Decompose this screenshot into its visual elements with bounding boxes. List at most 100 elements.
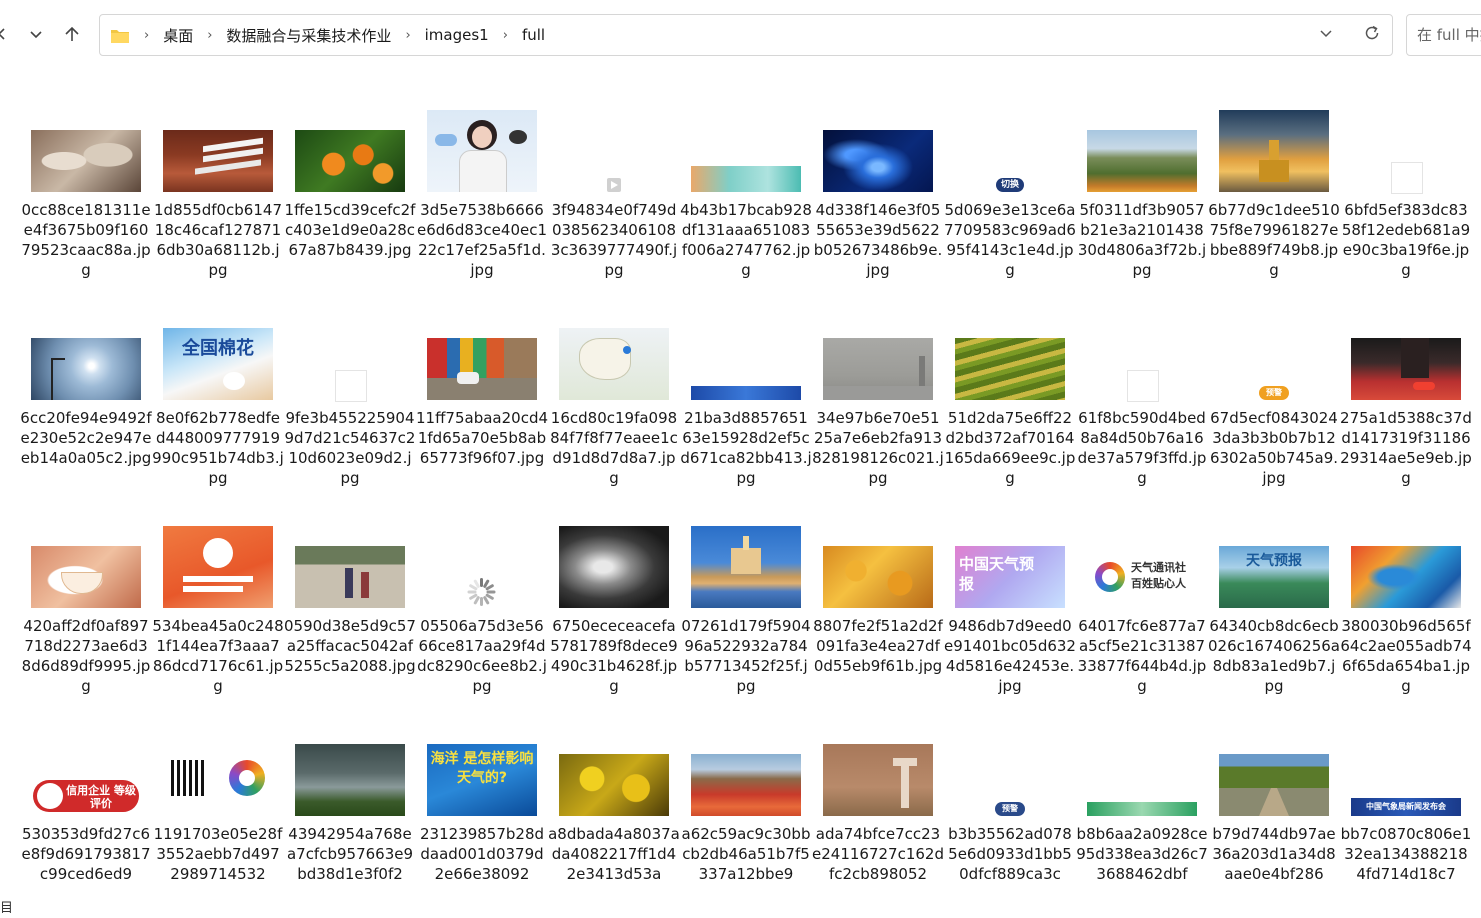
thumbnail-text: 天气预报: [1246, 553, 1302, 569]
file-item[interactable]: 21ba3d885765163e15928d2ef5cd671ca82bb413…: [680, 312, 812, 502]
file-item[interactable]: 天气预报 64340cb8dc6ecb026c167406256a8db83a1e…: [1208, 520, 1340, 710]
file-thumbnail: [607, 178, 621, 192]
file-item[interactable]: 1191703e05e28f3552aebb7d4972989714532: [152, 728, 284, 918]
thumbnail-area: 切换: [944, 104, 1076, 196]
thumbnail-area: 天气通讯社 百姓贴心人: [1076, 520, 1208, 612]
file-thumbnail: [559, 526, 669, 608]
file-thumbnail: 切换: [996, 178, 1024, 192]
thumbnail-area: [548, 728, 680, 820]
file-name: 51d2da75e6ff22d2bd372af70164165da669ee9c…: [944, 409, 1076, 487]
file-item[interactable]: 8807fe2f51a2d2f091fa3e4ea27df0d55eb9f61b…: [812, 520, 944, 710]
file-name: 3d5e7538b6666e6d6d83ce40ec122c17ef25a5f1…: [416, 201, 548, 279]
file-item[interactable]: 61f8bc590d4bed8a84d50b76a16de37a579f3ffd…: [1076, 312, 1208, 502]
file-name: 3f94834e0f749d03856234061083c3639777490f…: [550, 201, 678, 279]
thumbnail-area: [1076, 104, 1208, 196]
file-item[interactable]: 0cc88ce181311ee4f3675b09f16079523caac88a…: [20, 104, 152, 294]
file-item[interactable]: 6b77d9c1dee51075f8e79961827ebbe889f749b8…: [1208, 104, 1340, 294]
file-thumbnail: [691, 526, 801, 608]
breadcrumb-separator: ›: [405, 27, 411, 43]
file-item[interactable]: 07261d179f590496a522932a784b57713452f25f…: [680, 520, 812, 710]
file-item[interactable]: 切换 5d069e3e13ce6a7709583c969ad695f4143c1e…: [944, 104, 1076, 294]
thumbnail-area: 预警: [944, 728, 1076, 820]
file-name: b8b6aa2a0928ce95d338ea3d26c73688462dbf: [1076, 825, 1208, 883]
file-name: bb7c0870c806e132ea1343882184fd714d18c7: [1340, 825, 1472, 883]
file-item[interactable]: 中国气象局新闻发布会 bb7c0870c806e132ea1343882184fd…: [1340, 728, 1472, 918]
file-name: b3b35562ad0785e6d0933d1bb50dfcf889ca3c: [948, 825, 1072, 883]
file-item[interactable]: 3f94834e0f749d03856234061083c3639777490f…: [548, 104, 680, 294]
file-item[interactable]: 预警 b3b35562ad0785e6d0933d1bb50dfcf889ca3c: [944, 728, 1076, 918]
file-item[interactable]: 1ffe15cd39cefc2fc403e1d9e0a28c67a87b8439…: [284, 104, 416, 294]
file-item[interactable]: 中国天气预报 9486db7d9eed0e91401bc05d6324d5816e…: [944, 520, 1076, 710]
file-thumbnail: [823, 130, 933, 192]
file-name: 43942954a768ea7cfcb957663e9bd38d1e3f0f2: [286, 825, 414, 883]
file-item[interactable]: ada74bfce7cc23e24116727c162dfc2cb898052: [812, 728, 944, 918]
file-item[interactable]: 420aff2df0af897718d2273ae6d38d6d89df9995…: [20, 520, 152, 710]
file-thumbnail: [1087, 130, 1197, 192]
file-name: 5d069e3e13ce6a7709583c969ad695f4143c1e4d…: [944, 201, 1076, 279]
thumbnail-area: [20, 104, 152, 196]
file-item[interactable]: 全国棉花 8e0f62b778edfed448009777919990c951b7…: [152, 312, 284, 502]
file-item[interactable]: b8b6aa2a0928ce95d338ea3d26c73688462dbf: [1076, 728, 1208, 918]
thumbnail-area: [416, 104, 548, 196]
file-item[interactable]: a8dbada4a8037ada4082217ff1d42e3413d53a: [548, 728, 680, 918]
file-item[interactable]: 05506a75d3e5666ce817aa29f4ddc8290c6ee8b2…: [416, 520, 548, 710]
thumbnail-area: 全国棉花: [152, 312, 284, 404]
file-item[interactable]: a62c59ac9c30bbcb2db46a51b7f5337a12bbe9: [680, 728, 812, 918]
thumbnail-area: [680, 520, 812, 612]
file-item[interactable]: 天气通讯社 百姓贴心人 64017fc6e877a7a5cf5e21c313873…: [1076, 520, 1208, 710]
file-item[interactable]: b79d744db97ae36a203d1a34d8aae0e4bf286: [1208, 728, 1340, 918]
thumbnail-area: [152, 728, 284, 820]
file-thumbnail: 中国气象局新闻发布会: [1351, 798, 1461, 816]
breadcrumb-homework[interactable]: 数据融合与采集技术作业: [224, 25, 393, 46]
file-item[interactable]: 16cd80c19fa09884f7f8f77eaee1cd91d8d7d8a7…: [548, 312, 680, 502]
thumbnail-area: [20, 520, 152, 612]
breadcrumb-separator: ›: [207, 27, 213, 43]
recent-locations-button[interactable]: [22, 22, 50, 50]
up-button[interactable]: [58, 22, 86, 50]
refresh-icon: [1363, 24, 1381, 46]
thumbnail-area: [1340, 312, 1472, 404]
thumbnail-area: [1076, 312, 1208, 404]
breadcrumb-images1[interactable]: images1: [423, 26, 491, 44]
file-item[interactable]: 3d5e7538b6666e6d6d83ce40ec122c17ef25a5f1…: [416, 104, 548, 294]
file-item[interactable]: 5f0311df3b9057b21e3a210143830d4806a3f72b…: [1076, 104, 1208, 294]
search-input[interactable]: 在 full 中搜: [1406, 14, 1481, 56]
file-item[interactable]: 6cc20fe94e9492fe230e52c2e947eeb14a0a05c2…: [20, 312, 152, 502]
file-thumbnail: [295, 130, 405, 192]
file-name: 67d5ecf08430243da3b3b0b7b126302a50b745a9…: [1209, 409, 1339, 487]
file-item[interactable]: 9fe3b4552259049d7d21c54637c210d6023e09d2…: [284, 312, 416, 502]
file-item[interactable]: 海洋 是怎样影响 天气的? 231239857b28ddaad001d0379d2…: [416, 728, 548, 918]
file-item[interactable]: 0590d38e5d9c57a25ffacac5042af5255c5a2088…: [284, 520, 416, 710]
breadcrumb-full[interactable]: full: [520, 26, 547, 44]
status-text: 目: [0, 901, 14, 916]
status-bar: 目: [0, 901, 1481, 916]
file-thumbnail: 中国天气预报: [955, 546, 1065, 608]
thumbnail-area: [944, 312, 1076, 404]
back-button[interactable]: [0, 22, 16, 50]
breadcrumb-desktop[interactable]: 桌面: [161, 25, 195, 46]
refresh-button[interactable]: [1360, 23, 1384, 47]
thumbnail-area: 中国气象局新闻发布会: [1340, 728, 1472, 820]
address-bar[interactable]: › 桌面 › 数据融合与采集技术作业 › images1 › full: [99, 14, 1393, 56]
file-name: 8807fe2f51a2d2f091fa3e4ea27df0d55eb9f61b…: [813, 617, 943, 675]
address-history-button[interactable]: [1314, 23, 1338, 47]
thumbnail-text: 信用企业 等级评价: [66, 784, 136, 810]
file-item[interactable]: 预警 67d5ecf08430243da3b3b0b7b126302a50b745…: [1208, 312, 1340, 502]
thumbnail-text: 中国气象局新闻发布会: [1366, 802, 1446, 811]
file-thumbnail: 预警: [995, 802, 1025, 816]
file-item[interactable]: 1d855df0cb614718c46caf1278716db30a68112b…: [152, 104, 284, 294]
file-item[interactable]: 34e97b6e70e5125a7e6eb2fa913828198126c021…: [812, 312, 944, 502]
file-item[interactable]: 6750ececeacefa5781789f8dece9490c31b4628f…: [548, 520, 680, 710]
file-item[interactable]: 4b43b17bcab928df131aaa651083f006a2747762…: [680, 104, 812, 294]
file-item[interactable]: 43942954a768ea7cfcb957663e9bd38d1e3f0f2: [284, 728, 416, 918]
file-item[interactable]: 信用企业 等级评价 530353d9fd27c6e8f9d691793817c99…: [20, 728, 152, 918]
file-item[interactable]: 4d338f146e3f0555653e39d5622b052673486b9e…: [812, 104, 944, 294]
thumbnail-area: 信用企业 等级评价: [20, 728, 152, 820]
file-name: 16cd80c19fa09884f7f8f77eaee1cd91d8d7d8a7…: [550, 409, 678, 487]
file-item[interactable]: 11ff75abaa20cd41fd65a70e5b8ab65773f96f07…: [416, 312, 548, 502]
file-item[interactable]: 51d2da75e6ff22d2bd372af70164165da669ee9c…: [944, 312, 1076, 502]
file-item[interactable]: 534bea45a0c2481f144ea7f3aaa786dcd7176c61…: [152, 520, 284, 710]
file-item[interactable]: 380030b96d565f64c2ae055adb746f65da654ba1…: [1340, 520, 1472, 710]
file-item[interactable]: 275a1d5388c37dd1417319f3118629314ae5e9eb…: [1340, 312, 1472, 502]
file-item[interactable]: 6bfd5ef383dc8358f12edeb681a9e90c3ba19f6e…: [1340, 104, 1472, 294]
